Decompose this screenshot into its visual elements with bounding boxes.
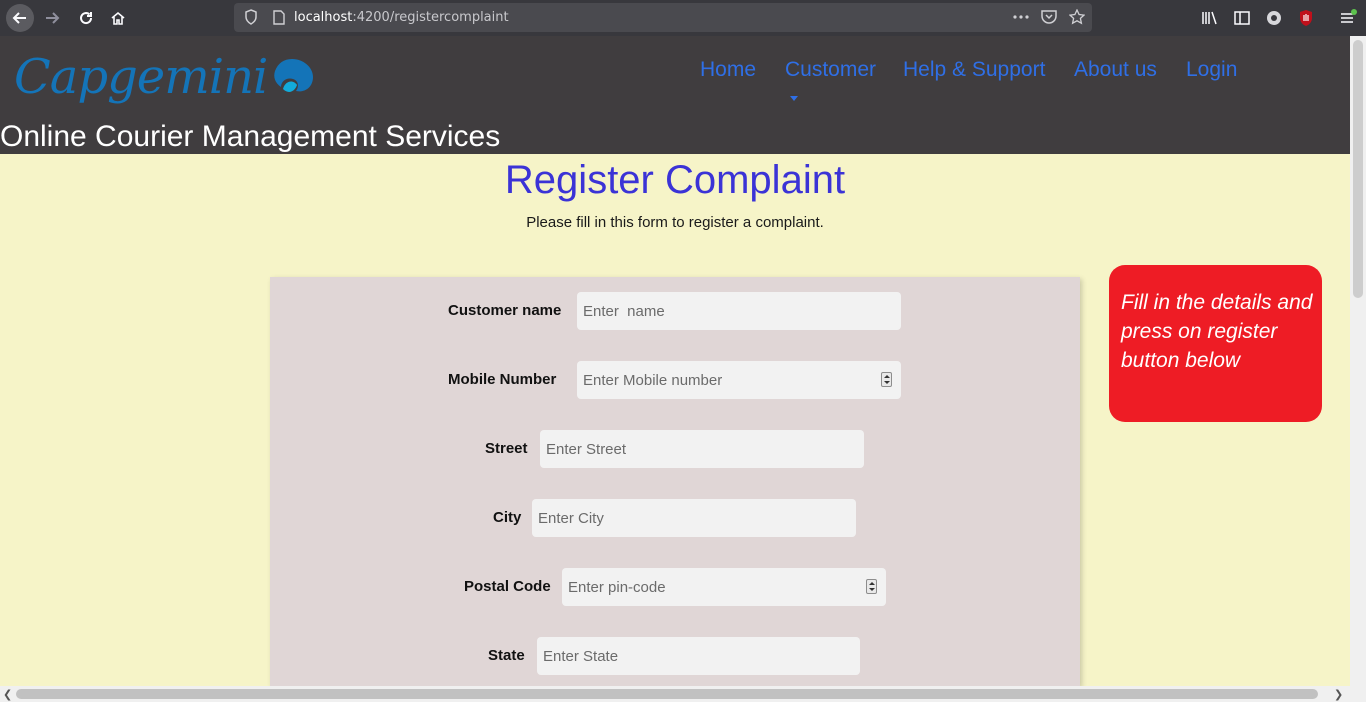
- url-text[interactable]: localhost:4200/registercomplaint: [294, 10, 509, 25]
- form-row-state: State: [270, 637, 1080, 675]
- hint-callout: Fill in the details and press on registe…: [1109, 265, 1322, 422]
- street-label: Street: [485, 440, 528, 457]
- reload-button[interactable]: [72, 4, 100, 32]
- customer-name-input[interactable]: [577, 292, 901, 330]
- reload-icon: [80, 12, 93, 25]
- caret-down-icon[interactable]: [790, 96, 798, 101]
- city-input[interactable]: [532, 499, 856, 537]
- form-row-street: Street: [270, 430, 1080, 468]
- arrow-left-icon: [12, 12, 26, 24]
- mobile-number-spinner[interactable]: [881, 372, 892, 387]
- scroll-left-arrow-icon[interactable]: ❮: [3, 688, 12, 701]
- vertical-scroll-thumb[interactable]: [1353, 40, 1363, 298]
- form-row-city: City: [270, 499, 1080, 537]
- street-input[interactable]: [540, 430, 864, 468]
- bookmark-star-icon[interactable]: [1066, 6, 1088, 28]
- form-row-customer-name: Customer name: [270, 292, 1080, 330]
- nav-customer-dropdown[interactable]: Customer: [785, 58, 876, 82]
- app-subtitle: Online Courier Management Services: [0, 120, 501, 153]
- city-label: City: [493, 509, 522, 526]
- state-label: State: [488, 647, 525, 664]
- hint-text: Fill in the details and press on registe…: [1121, 291, 1313, 372]
- back-button[interactable]: [6, 4, 34, 32]
- nav-help-support[interactable]: Help & Support: [903, 58, 1045, 82]
- browser-toolbar: localhost:4200/registercomplaint: [0, 0, 1366, 36]
- nav-about-us[interactable]: About us: [1074, 58, 1157, 82]
- shield-icon[interactable]: [240, 6, 262, 28]
- page-info-icon[interactable]: [268, 6, 290, 28]
- state-input[interactable]: [537, 637, 860, 675]
- logo-text: Capgemini: [14, 49, 268, 105]
- page-title: Register Complaint: [504, 158, 846, 202]
- nav-login[interactable]: Login: [1186, 58, 1237, 82]
- arrow-right-icon: [46, 12, 60, 24]
- app-header: Capgemini Home Customer Help & Support A…: [0, 36, 1350, 154]
- more-actions-icon[interactable]: [1010, 6, 1032, 28]
- form-row-mobile: Mobile Number: [270, 361, 1080, 399]
- horizontal-scroll-thumb[interactable]: [16, 689, 1318, 699]
- library-icon[interactable]: [1198, 6, 1222, 30]
- postal-code-spinner[interactable]: [866, 579, 877, 594]
- url-host: localhost: [294, 10, 353, 25]
- vertical-scrollbar[interactable]: [1350, 36, 1366, 686]
- home-button[interactable]: [104, 4, 132, 32]
- mobile-number-label: Mobile Number: [448, 371, 557, 388]
- home-icon: [111, 11, 125, 25]
- complaint-form: Customer name Mobile Number Street City …: [270, 277, 1080, 686]
- scroll-right-arrow-icon[interactable]: ❯: [1334, 688, 1343, 701]
- hamburger-menu-icon[interactable]: [1336, 6, 1360, 30]
- url-path: :4200/registercomplaint: [352, 10, 509, 25]
- forward-button[interactable]: [38, 4, 66, 32]
- postal-code-input[interactable]: [562, 568, 886, 606]
- spade-logo-icon: [274, 59, 314, 92]
- postal-code-label: Postal Code: [464, 578, 551, 595]
- url-bar[interactable]: localhost:4200/registercomplaint: [234, 3, 1092, 32]
- page-subtitle: Please fill in this form to register a c…: [526, 214, 824, 231]
- nav-home[interactable]: Home: [700, 58, 756, 82]
- pocket-icon[interactable]: [1038, 6, 1060, 28]
- horizontal-scrollbar[interactable]: ❮ ❯: [0, 686, 1366, 702]
- mobile-number-input[interactable]: [577, 361, 901, 399]
- sidebar-icon[interactable]: [1230, 6, 1254, 30]
- ublock-icon[interactable]: [1294, 6, 1318, 30]
- form-row-postal-code: Postal Code: [270, 568, 1080, 606]
- capgemini-logo[interactable]: Capgemini: [14, 42, 315, 112]
- customer-name-label: Customer name: [448, 302, 562, 319]
- account-icon[interactable]: [1262, 6, 1286, 30]
